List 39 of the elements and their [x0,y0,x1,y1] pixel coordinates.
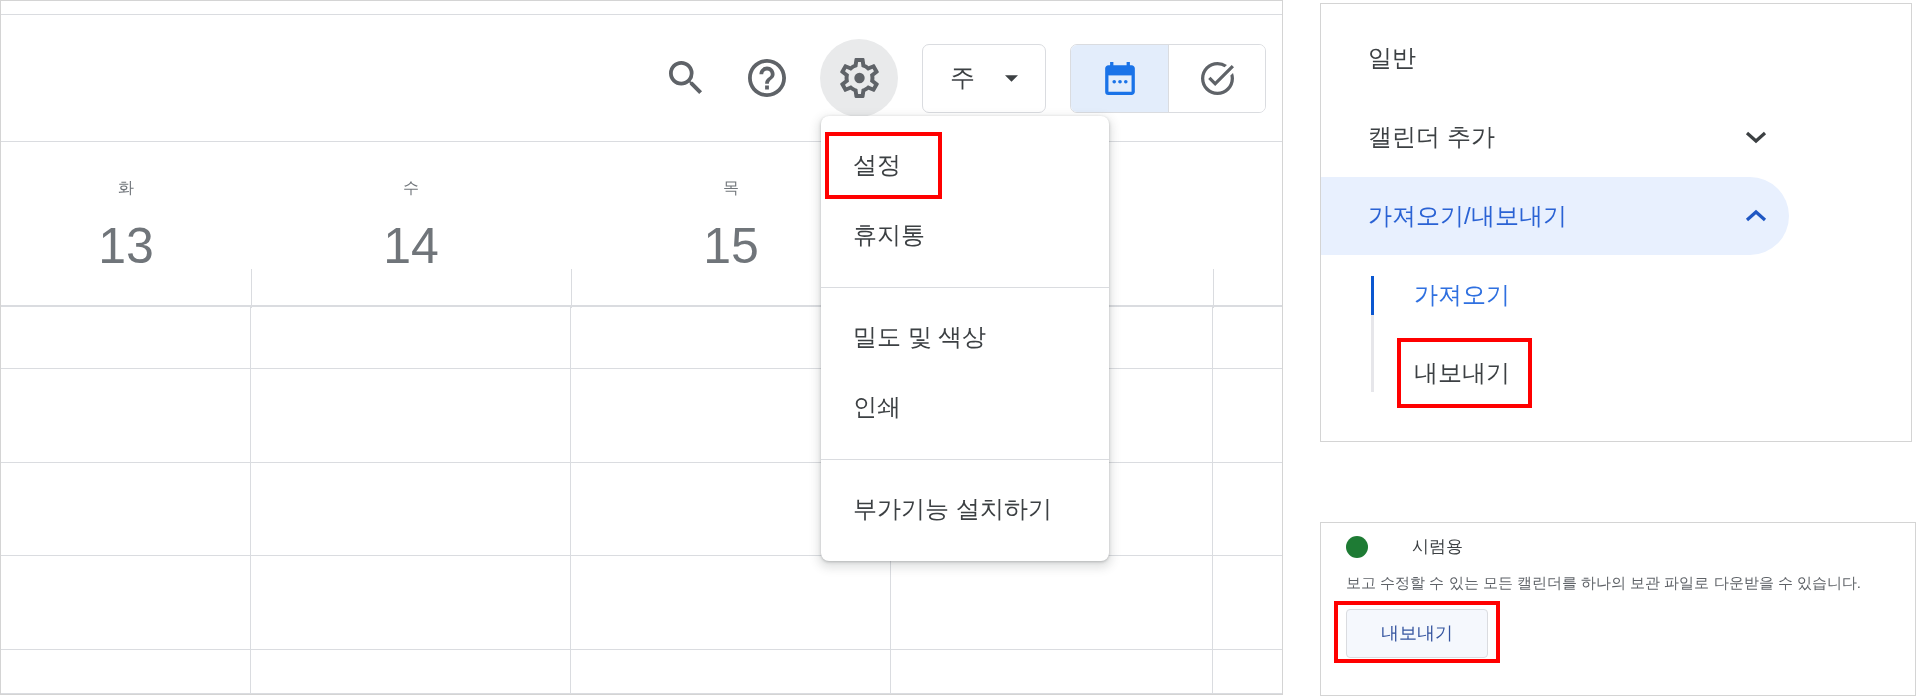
menu-item[interactable]: 설정 [821,130,1109,200]
weekday-label: 목 [723,178,739,198]
nav-item[interactable]: 캘린더 추가 [1321,98,1789,176]
date-number[interactable]: 15 [703,223,759,269]
calendar-view-button[interactable] [1071,44,1168,112]
view-dropdown[interactable]: 주 [922,43,1046,113]
nav-item[interactable]: 일반 [1321,19,1789,97]
caret-icon [1005,74,1018,82]
settings-icon [839,58,879,98]
search-icon [669,61,703,95]
time-slot[interactable] [891,650,1213,694]
nav-subitem[interactable]: 내보내기 [1371,334,1671,412]
time-slot[interactable] [1,369,251,463]
date-number[interactable]: 13 [98,223,154,269]
menu-item[interactable]: 부가기능 설치하기 [821,474,1109,544]
menu-item[interactable]: 휴지통 [821,200,1109,270]
menu-item[interactable]: 인쇄 [821,372,1109,442]
weekday-label: 수 [403,178,419,198]
weekday-label: 화 [118,178,134,198]
time-slot[interactable] [1,307,251,369]
tasks-view-button[interactable] [1168,44,1265,112]
nav-subitem[interactable]: 가져오기 [1371,256,1671,334]
help-icon [748,59,786,97]
description-text: 보고 수정할 수 있는 모든 캘린더를 하나의 보관 파일로 다운받을 수 있습니다. [1346,573,1862,593]
menu-item[interactable]: 밀도 및 색상 [821,302,1109,372]
nav-item[interactable]: 가져오기/내보내기 [1321,177,1789,255]
export-button[interactable]: 내보내기 [1346,609,1488,658]
time-slot[interactable] [1,463,251,556]
time-slot[interactable] [571,650,891,694]
time-slot[interactable] [251,369,571,463]
calendar-name: 시럼용 [1412,536,1463,558]
time-slot[interactable] [251,556,571,650]
time-slot[interactable] [1,650,251,694]
calendar-icon [1104,61,1135,95]
date-number[interactable]: 14 [383,223,439,269]
time-slot[interactable] [251,463,571,556]
time-slot[interactable] [251,307,571,369]
time-slot[interactable] [251,650,571,694]
time-slot[interactable] [1,556,251,650]
